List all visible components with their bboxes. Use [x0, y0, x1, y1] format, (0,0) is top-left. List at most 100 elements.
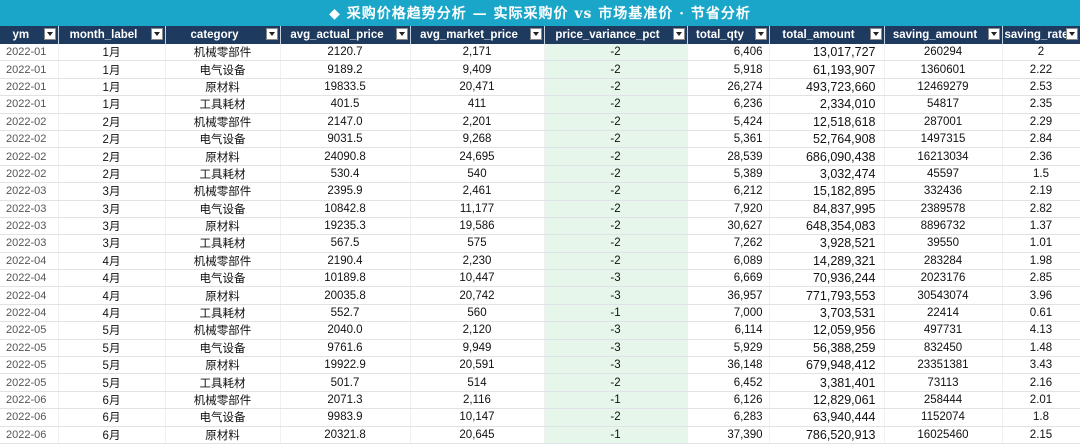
- cell-saving-amount[interactable]: 1497315: [884, 130, 1003, 149]
- cell-ym[interactable]: 2022-03: [0, 200, 59, 218]
- cell-total-amount[interactable]: 3,032,474: [769, 165, 885, 184]
- cell-avg-market-price[interactable]: 575: [410, 234, 545, 253]
- cell-total-amount[interactable]: 63,940,444: [769, 408, 885, 427]
- filter-dropdown-icon[interactable]: [395, 28, 408, 40]
- cell-saving-amount[interactable]: 287001: [884, 113, 1003, 131]
- column-header-category[interactable]: category: [165, 26, 281, 44]
- cell-ym[interactable]: 2022-02: [0, 130, 59, 149]
- cell-total-amount[interactable]: 14,289,321: [769, 252, 885, 271]
- cell-total-qty[interactable]: 5,389: [687, 165, 770, 184]
- cell-saving-amount[interactable]: 16025460: [884, 426, 1003, 444]
- cell-saving-amount[interactable]: 22414: [884, 304, 1003, 323]
- cell-total-amount[interactable]: 56,388,259: [769, 339, 885, 358]
- cell-saving-rate[interactable]: 2.19: [1002, 182, 1080, 201]
- column-header-avg-market-price[interactable]: avg_market_price: [410, 26, 545, 44]
- cell-category[interactable]: 原材料: [165, 78, 281, 97]
- cell-price-variance-pct[interactable]: -2: [544, 60, 688, 79]
- cell-avg-actual-price[interactable]: 530.4: [280, 165, 411, 184]
- cell-saving-rate[interactable]: 1.5: [1002, 165, 1080, 184]
- cell-avg-market-price[interactable]: 2,201: [410, 113, 545, 131]
- cell-ym[interactable]: 2022-01: [0, 78, 59, 97]
- cell-month-label[interactable]: 4月: [58, 252, 166, 271]
- cell-total-amount[interactable]: 15,182,895: [769, 182, 885, 201]
- filter-dropdown-icon[interactable]: [43, 28, 56, 40]
- cell-price-variance-pct[interactable]: -2: [544, 182, 688, 201]
- cell-saving-rate[interactable]: 2.16: [1002, 373, 1080, 392]
- cell-total-qty[interactable]: 6,126: [687, 391, 770, 410]
- cell-ym[interactable]: 2022-02: [0, 147, 59, 166]
- cell-saving-rate[interactable]: 1.98: [1002, 252, 1080, 271]
- cell-saving-amount[interactable]: 1152074: [884, 408, 1003, 427]
- cell-ym[interactable]: 2022-03: [0, 234, 59, 253]
- cell-avg-market-price[interactable]: 2,230: [410, 252, 545, 271]
- cell-total-qty[interactable]: 6,452: [687, 373, 770, 392]
- cell-avg-actual-price[interactable]: 567.5: [280, 234, 411, 253]
- cell-saving-amount[interactable]: 2389578: [884, 200, 1003, 218]
- cell-avg-actual-price[interactable]: 2147.0: [280, 113, 411, 131]
- cell-saving-rate[interactable]: 0.61: [1002, 304, 1080, 323]
- cell-category[interactable]: 机械零部件: [165, 391, 281, 410]
- cell-price-variance-pct[interactable]: -2: [544, 130, 688, 149]
- cell-total-amount[interactable]: 493,723,660: [769, 78, 885, 97]
- cell-category[interactable]: 电气设备: [165, 339, 281, 358]
- cell-price-variance-pct[interactable]: -2: [544, 113, 688, 131]
- cell-avg-actual-price[interactable]: 9031.5: [280, 130, 411, 149]
- cell-avg-market-price[interactable]: 9,268: [410, 130, 545, 149]
- cell-category[interactable]: 机械零部件: [165, 113, 281, 131]
- cell-saving-rate[interactable]: 2.85: [1002, 269, 1080, 288]
- cell-saving-rate[interactable]: 2.29: [1002, 113, 1080, 131]
- cell-ym[interactable]: 2022-06: [0, 426, 59, 444]
- column-header-price-variance-pct[interactable]: price_variance_pct: [544, 26, 688, 44]
- cell-avg-actual-price[interactable]: 19922.9: [280, 356, 411, 375]
- cell-price-variance-pct[interactable]: -1: [544, 391, 688, 410]
- cell-total-amount[interactable]: 12,059,956: [769, 321, 885, 340]
- cell-saving-amount[interactable]: 332436: [884, 182, 1003, 201]
- cell-avg-market-price[interactable]: 20,742: [410, 286, 545, 305]
- cell-month-label[interactable]: 5月: [58, 373, 166, 392]
- column-header-ym[interactable]: ym: [0, 26, 59, 44]
- cell-avg-actual-price[interactable]: 20035.8: [280, 286, 411, 305]
- cell-price-variance-pct[interactable]: -1: [544, 426, 688, 444]
- cell-avg-market-price[interactable]: 514: [410, 373, 545, 392]
- cell-saving-amount[interactable]: 39550: [884, 234, 1003, 253]
- cell-total-amount[interactable]: 2,334,010: [769, 95, 885, 114]
- cell-total-qty[interactable]: 28,539: [687, 147, 770, 166]
- cell-category[interactable]: 工具耗材: [165, 165, 281, 184]
- cell-saving-amount[interactable]: 23351381: [884, 356, 1003, 375]
- cell-ym[interactable]: 2022-01: [0, 44, 59, 62]
- column-header-saving-amount[interactable]: saving_amount: [884, 26, 1003, 44]
- cell-saving-amount[interactable]: 45597: [884, 165, 1003, 184]
- cell-saving-amount[interactable]: 8896732: [884, 217, 1003, 236]
- cell-category[interactable]: 工具耗材: [165, 373, 281, 392]
- cell-total-qty[interactable]: 5,361: [687, 130, 770, 149]
- cell-month-label[interactable]: 1月: [58, 78, 166, 97]
- cell-avg-actual-price[interactable]: 20321.8: [280, 426, 411, 444]
- cell-month-label[interactable]: 3月: [58, 234, 166, 253]
- cell-saving-rate[interactable]: 1.8: [1002, 408, 1080, 427]
- cell-saving-amount[interactable]: 2023176: [884, 269, 1003, 288]
- cell-month-label[interactable]: 1月: [58, 60, 166, 79]
- cell-month-label[interactable]: 2月: [58, 130, 166, 149]
- cell-category[interactable]: 电气设备: [165, 130, 281, 149]
- cell-saving-amount[interactable]: 497731: [884, 321, 1003, 340]
- cell-ym[interactable]: 2022-03: [0, 217, 59, 236]
- cell-month-label[interactable]: 4月: [58, 286, 166, 305]
- cell-total-amount[interactable]: 3,381,401: [769, 373, 885, 392]
- cell-ym[interactable]: 2022-05: [0, 321, 59, 340]
- cell-avg-market-price[interactable]: 9,949: [410, 339, 545, 358]
- cell-month-label[interactable]: 1月: [58, 95, 166, 114]
- cell-price-variance-pct[interactable]: -2: [544, 217, 688, 236]
- filter-dropdown-icon[interactable]: [754, 28, 767, 40]
- cell-saving-amount[interactable]: 54817: [884, 95, 1003, 114]
- cell-price-variance-pct[interactable]: -2: [544, 78, 688, 97]
- cell-category[interactable]: 机械零部件: [165, 44, 281, 62]
- cell-saving-rate[interactable]: 2.35: [1002, 95, 1080, 114]
- cell-ym[interactable]: 2022-06: [0, 408, 59, 427]
- cell-total-qty[interactable]: 30,627: [687, 217, 770, 236]
- cell-price-variance-pct[interactable]: -2: [544, 165, 688, 184]
- filter-dropdown-icon[interactable]: [869, 28, 882, 40]
- cell-price-variance-pct[interactable]: -3: [544, 286, 688, 305]
- cell-saving-rate[interactable]: 2.84: [1002, 130, 1080, 149]
- cell-ym[interactable]: 2022-01: [0, 95, 59, 114]
- cell-saving-rate[interactable]: 4.13: [1002, 321, 1080, 340]
